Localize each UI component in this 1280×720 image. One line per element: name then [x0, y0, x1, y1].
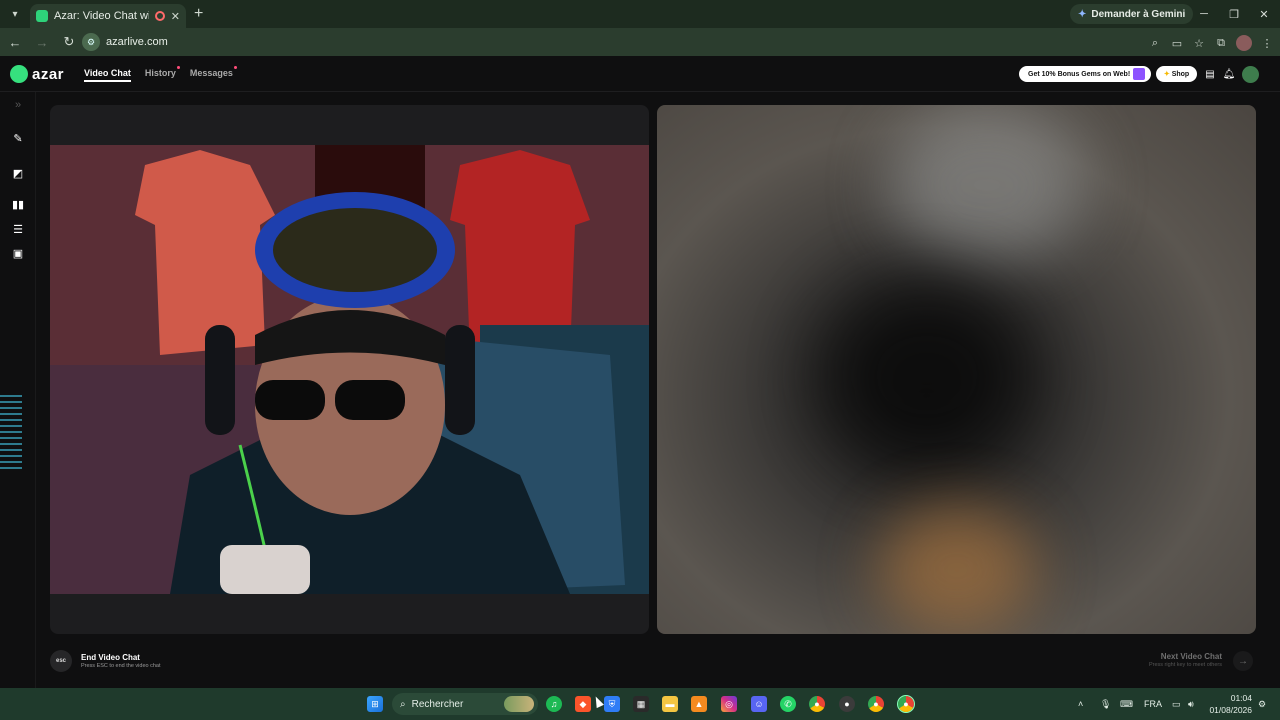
- azar-favicon-icon: [36, 10, 48, 22]
- gemini-button[interactable]: ✦ Demander à Gemini: [1070, 4, 1194, 24]
- gemini-sparkle-icon: ✦: [1078, 8, 1087, 20]
- address-bar[interactable]: ⚙ azarlive.com: [82, 31, 1182, 53]
- end-video-chat-button[interactable]: esc End Video Chat Press ESC to end the …: [50, 650, 161, 672]
- azar-logo[interactable]: azar: [10, 65, 64, 83]
- zoom-icon[interactable]: ⌕: [1148, 36, 1162, 50]
- main-nav: Video Chat History Messages: [84, 66, 237, 82]
- gem-icon: ✦: [1163, 71, 1170, 78]
- microphone-icon[interactable]: 🎙︎: [1100, 688, 1111, 720]
- left-toolbar: [0, 92, 36, 688]
- tray-chevron-icon[interactable]: ˄: [1078, 688, 1083, 720]
- forward-arrow-icon[interactable]: →: [30, 30, 54, 54]
- blurred-remote-video: [887, 105, 1087, 265]
- blurred-shadow: [817, 275, 1037, 475]
- minimize-window-button[interactable]: ─: [1188, 0, 1220, 28]
- clock-time: 01:04: [1230, 693, 1252, 703]
- local-camera-feed: [50, 145, 649, 594]
- bookmark-star-icon[interactable]: ☆: [1192, 36, 1206, 50]
- azar-logo-icon: [10, 65, 28, 83]
- restore-window-button[interactable]: ❐: [1218, 0, 1250, 28]
- chrome-profile-icon[interactable]: ●: [839, 696, 855, 712]
- inbox-icon[interactable]: ▤: [1204, 68, 1216, 80]
- new-tab-button[interactable]: +: [194, 5, 203, 23]
- shop-button[interactable]: ✦ Shop: [1156, 66, 1197, 82]
- discord-icon[interactable]: ☺: [751, 696, 767, 712]
- windows-start-icon[interactable]: ⊞: [367, 696, 383, 712]
- bell-icon[interactable]: 🔔︎: [1223, 68, 1236, 80]
- next-chat-hint: Press right key to meet others: [1148, 662, 1222, 668]
- webcam-image: [50, 145, 649, 594]
- toolbar-actions: ⌕ ▭ ☆ ⧉ ⋮: [1148, 35, 1274, 51]
- search-highlight-image: [504, 696, 534, 712]
- magic-wand-icon[interactable]: ✎: [11, 131, 25, 145]
- esc-key-badge: esc: [50, 650, 72, 672]
- reload-icon[interactable]: ↻: [57, 30, 81, 54]
- search-placeholder: Rechercher: [411, 698, 464, 710]
- overlay-decoration: [0, 395, 22, 487]
- url-text: azarlive.com: [106, 36, 168, 48]
- clock-date: 01/08/2026: [1209, 705, 1252, 715]
- network-icon[interactable]: ▭: [1172, 688, 1181, 720]
- file-explorer-icon[interactable]: ▬: [662, 696, 678, 712]
- instagram-icon[interactable]: ◎: [721, 696, 737, 712]
- nav-history[interactable]: History: [144, 66, 180, 82]
- layout-pip-icon[interactable]: ▣: [11, 246, 25, 260]
- user-avatar[interactable]: [1242, 66, 1259, 83]
- close-tab-icon[interactable]: ✕: [171, 10, 180, 23]
- nav-video-chat[interactable]: Video Chat: [84, 68, 131, 82]
- vlc-icon[interactable]: ▲: [691, 696, 707, 712]
- azar-wordmark: azar: [32, 65, 65, 83]
- taskbar-search[interactable]: ⌕ Rechercher: [392, 693, 538, 715]
- end-chat-title: End Video Chat: [81, 653, 140, 662]
- chrome-profile-2-icon[interactable]: ●: [868, 696, 884, 712]
- blurred-warm-area: [877, 505, 1037, 634]
- spotify-icon[interactable]: ♫: [546, 696, 562, 712]
- layout-stacked-icon[interactable]: ☰: [11, 222, 25, 236]
- close-window-button[interactable]: ✕: [1248, 0, 1280, 28]
- layout-side-by-side-icon[interactable]: ▮▮: [11, 197, 25, 211]
- language-indicator[interactable]: FRA: [1144, 688, 1162, 720]
- filter-icon[interactable]: ◩: [11, 166, 25, 180]
- site-info-icon[interactable]: ⚙: [82, 33, 100, 51]
- recording-indicator-icon: [154, 11, 165, 21]
- chrome-active-icon[interactable]: ●: [897, 695, 915, 713]
- brave-icon[interactable]: ◆: [575, 696, 591, 712]
- end-chat-text: End Video Chat Press ESC to end the vide…: [81, 653, 161, 669]
- gift-icon: [1133, 68, 1145, 80]
- tab-title: Azar: Video Chat with New: [54, 10, 149, 22]
- defender-shield-icon[interactable]: ⛨: [604, 696, 620, 712]
- keyboard-icon[interactable]: ⌨: [1120, 688, 1133, 720]
- notification-dot-icon: [233, 66, 237, 69]
- promo-label: Get 10% Bonus Gems on Web!: [1028, 70, 1131, 78]
- expand-sidebar-icon[interactable]: »: [11, 98, 25, 112]
- search-icon: ⌕: [400, 698, 406, 710]
- next-chat-arrow-icon[interactable]: →: [1233, 651, 1253, 671]
- nav-messages-label: Messages: [189, 68, 233, 78]
- browser-menu-icon[interactable]: ⋮: [1260, 36, 1274, 50]
- back-arrow-icon[interactable]: ←: [3, 30, 27, 54]
- nav-history-label: History: [144, 68, 176, 78]
- browser-tab-azar[interactable]: Azar: Video Chat with New ✕: [30, 4, 186, 28]
- shop-label: Shop: [1171, 70, 1190, 78]
- end-chat-hint: Press ESC to end the video chat: [81, 663, 161, 669]
- notification-dot-icon: [176, 66, 180, 69]
- notification-icon[interactable]: ⚙: [1258, 688, 1266, 720]
- nav-messages[interactable]: Messages: [189, 66, 237, 82]
- gemini-label: Demander à Gemini: [1091, 8, 1186, 20]
- whatsapp-icon[interactable]: ✆: [780, 696, 796, 712]
- chrome-icon[interactable]: ●: [809, 696, 825, 712]
- volume-icon[interactable]: 🔊︎: [1188, 688, 1194, 720]
- remote-video-panel: [657, 105, 1256, 634]
- next-chat-title: Next Video Chat: [1160, 652, 1222, 661]
- local-video-panel: [50, 105, 649, 634]
- store-icon[interactable]: ▦: [633, 696, 649, 712]
- bonus-gems-button[interactable]: Get 10% Bonus Gems on Web!: [1019, 66, 1151, 82]
- extensions-icon[interactable]: ⧉: [1214, 36, 1228, 50]
- cast-icon[interactable]: ▭: [1170, 36, 1184, 50]
- tab-search-chevron-icon[interactable]: ▾: [4, 3, 26, 25]
- system-clock[interactable]: 01:04 01/08/2026: [1206, 692, 1252, 716]
- profile-avatar[interactable]: [1236, 35, 1252, 51]
- next-video-chat-text: Next Video Chat Press right key to meet …: [1149, 652, 1222, 668]
